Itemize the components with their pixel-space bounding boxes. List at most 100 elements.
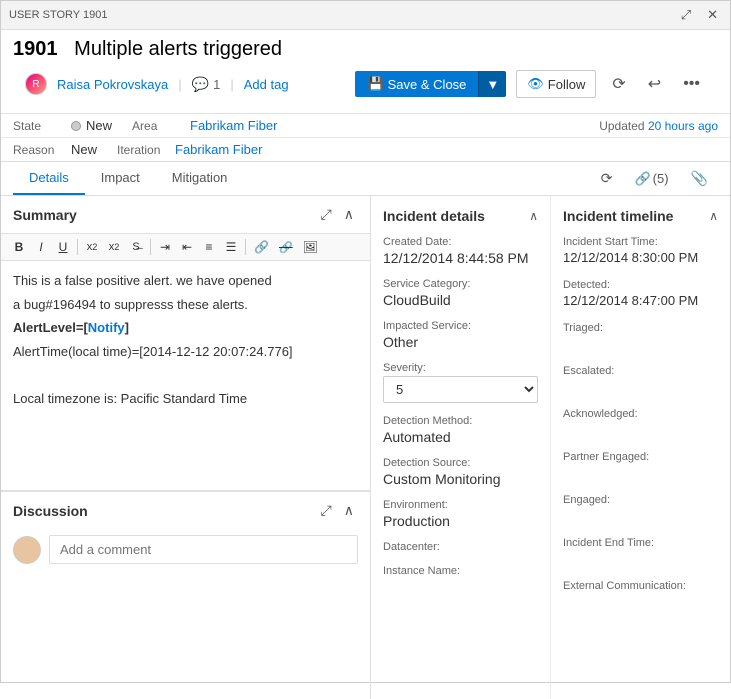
indent-button[interactable]: ⇥ [155, 238, 175, 256]
summary-line-3: AlertLevel=[Notify] [13, 318, 358, 338]
reason-value[interactable]: New [71, 142, 97, 157]
escalated-value [563, 379, 718, 394]
incident-timeline-collapse[interactable]: ∧ [709, 209, 718, 223]
tab-impact[interactable]: Impact [85, 162, 156, 195]
commenter-avatar [13, 536, 41, 564]
editor-toolbar: B I U x2 x2 S̶ ⇥ ⇤ ≡ ☰ 🔗 🔗 🖼 [1, 234, 370, 261]
toolbar-sep-2: | [230, 77, 233, 92]
acknowledged-value [563, 422, 718, 437]
bold-button[interactable]: B [9, 238, 29, 256]
state-value[interactable]: New [71, 118, 112, 133]
notify-text: Notify [88, 320, 125, 335]
comment-count: 1 [213, 77, 220, 92]
service-category-item: Service Category: CloudBuild [383, 278, 538, 308]
summary-controls: ⤢ ∧ [317, 204, 358, 225]
summary-line-5 [13, 365, 358, 385]
incident-details-title: Incident details [383, 208, 485, 224]
incident-details-collapse[interactable]: ∧ [529, 209, 538, 223]
partner-engaged-value [563, 465, 718, 480]
attachment-icon[interactable]: 📎 [681, 164, 718, 193]
follow-button[interactable]: 👁 Follow [516, 70, 596, 98]
link-button[interactable]: 🔗 [250, 238, 273, 256]
subscript-button[interactable]: x2 [82, 239, 102, 255]
title-bar: USER STORY 1901 ⤢ ✕ [1, 1, 730, 30]
save-dropdown-button[interactable]: ▼ [478, 71, 506, 97]
follow-label: Follow [548, 77, 586, 92]
save-close-button[interactable]: 💾 Save & Close [355, 71, 478, 97]
italic-button[interactable]: I [31, 238, 51, 256]
severity-select[interactable]: 5 1 2 3 4 [383, 376, 538, 403]
detection-source-item: Detection Source: Custom Monitoring [383, 457, 538, 487]
detection-source-value: Custom Monitoring [383, 471, 538, 487]
outdent-button[interactable]: ⇤ [177, 238, 197, 256]
history-icon[interactable]: ⟳ [591, 164, 623, 193]
unlink-button[interactable]: 🔗 [275, 239, 297, 256]
start-time-item: Incident Start Time: 12/12/2014 8:30:00 … [563, 236, 718, 265]
save-icon: 💾 [367, 76, 383, 92]
summary-text-area[interactable]: This is a false positive alert. we have … [1, 261, 370, 491]
link-count: (5) [653, 171, 669, 186]
incident-details-header: Incident details ∧ [383, 208, 538, 224]
end-time-item: Incident End Time: [563, 537, 718, 566]
left-panel: Summary ⤢ ∧ B I U x2 x2 S̶ ⇥ ⇤ ≡ ☰ [1, 196, 371, 699]
add-tag-link[interactable]: Add tag [244, 77, 289, 92]
detected-label: Detected: [563, 279, 718, 291]
more-button[interactable]: ••• [677, 70, 706, 98]
external-comm-label: External Communication: [563, 580, 718, 592]
discussion-title: Discussion [13, 503, 88, 519]
fields-row-2: Reason New Iteration Fabrikam Fiber [1, 138, 730, 162]
discussion-expand-button[interactable]: ⤢ [317, 500, 336, 521]
partner-engaged-label: Partner Engaged: [563, 451, 718, 463]
refresh-button[interactable]: ⟳ [606, 69, 631, 99]
comment-input[interactable] [49, 535, 358, 564]
toolbar-sep-1: | [178, 77, 181, 92]
created-date-item: Created Date: 12/12/2014 8:44:58 PM [383, 236, 538, 266]
discussion-collapse-button[interactable]: ∧ [340, 500, 358, 521]
unordered-list-button[interactable]: ☰ [221, 238, 241, 256]
style-button[interactable]: S̶ [126, 239, 146, 255]
superscript-button[interactable]: x2 [104, 239, 124, 255]
comment-icon: 💬 [192, 76, 209, 93]
external-comm-item: External Communication: [563, 580, 718, 609]
links-badge[interactable]: 🔗 (5) [624, 165, 678, 193]
image-button[interactable]: 🖼 [299, 238, 322, 256]
end-time-label: Incident End Time: [563, 537, 718, 549]
discussion-section: Discussion ⤢ ∧ [1, 491, 370, 570]
summary-section: Summary ⤢ ∧ B I U x2 x2 S̶ ⇥ ⇤ ≡ ☰ [1, 196, 370, 491]
detected-item: Detected: 12/12/2014 8:47:00 PM [563, 279, 718, 308]
close-button[interactable]: ✕ [703, 5, 722, 25]
summary-line-4: AlertTime(local time)=[2014-12-12 20:07:… [13, 342, 358, 362]
state-label: State [13, 119, 63, 133]
summary-expand-button[interactable]: ⤢ [317, 204, 336, 225]
updated-info: Updated 20 hours ago [599, 119, 718, 133]
updated-time-link[interactable]: 20 hours ago [648, 119, 718, 133]
undo-button[interactable]: ↩ [642, 69, 667, 99]
assignee-link[interactable]: Raisa Pokrovskaya [57, 77, 168, 92]
reason-label: Reason [13, 143, 63, 157]
reason-field: Reason New [13, 142, 97, 157]
instance-name-item: Instance Name: [383, 565, 538, 577]
summary-collapse-button[interactable]: ∧ [340, 204, 358, 225]
fields-row-1: State New Area Fabrikam Fiber Updated 20… [1, 114, 730, 138]
external-comm-value [563, 594, 718, 609]
underline-button[interactable]: U [53, 238, 73, 256]
detected-value: 12/12/2014 8:47:00 PM [563, 293, 718, 308]
maximize-button[interactable]: ⤢ [677, 5, 695, 25]
ordered-list-button[interactable]: ≡ [199, 238, 219, 256]
tab-bar: Details Impact Mitigation ⟳ 🔗 (5) 📎 [1, 162, 730, 196]
tab-details[interactable]: Details [13, 162, 85, 195]
impacted-service-value: Other [383, 334, 538, 350]
partner-engaged-item: Partner Engaged: [563, 451, 718, 480]
incident-timeline-title: Incident timeline [563, 208, 673, 224]
story-title-text: Multiple alerts triggered [74, 38, 282, 60]
created-date-label: Created Date: [383, 236, 538, 248]
iteration-value[interactable]: Fabrikam Fiber [175, 142, 262, 157]
editor-sep-2 [150, 239, 151, 255]
save-button-group: 💾 Save & Close ▼ [355, 71, 506, 97]
tab-mitigation[interactable]: Mitigation [156, 162, 244, 195]
page-title: 1901 Multiple alerts triggered [13, 38, 718, 61]
start-time-value: 12/12/2014 8:30:00 PM [563, 250, 718, 265]
area-value[interactable]: Fabrikam Fiber [190, 118, 277, 133]
state-text: New [86, 118, 112, 133]
comment-button[interactable]: 💬 1 [192, 76, 221, 93]
